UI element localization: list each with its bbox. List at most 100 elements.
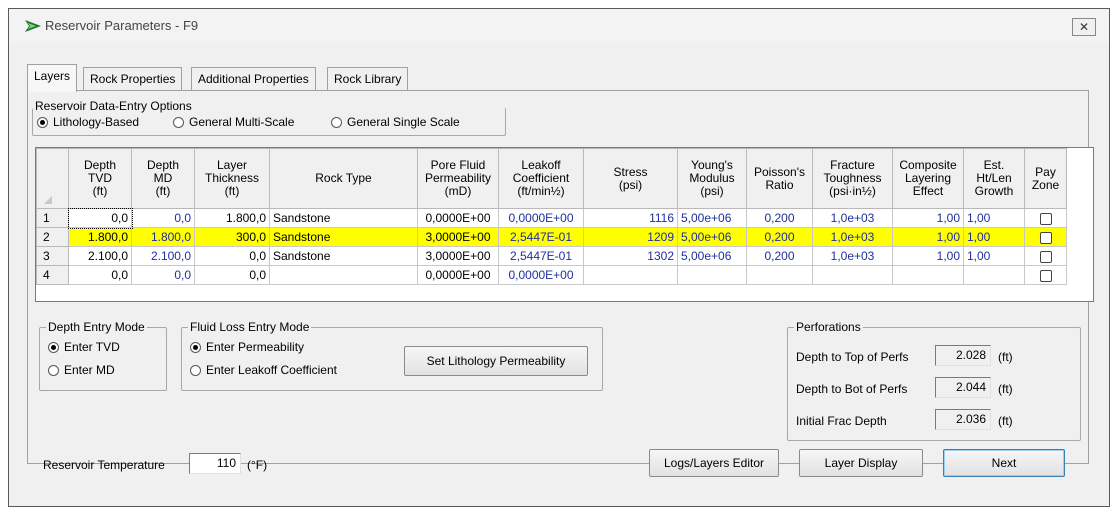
- cell-layer-thickness[interactable]: 0,0: [194, 246, 270, 266]
- button-label: Next: [991, 456, 1017, 470]
- cell-composite-layering[interactable]: 1,00: [892, 227, 964, 247]
- pay-zone-checkbox[interactable]: [1039, 212, 1052, 225]
- cell-depth-md[interactable]: 0,0: [131, 265, 195, 285]
- perf-bot-value: 2.044: [955, 380, 986, 394]
- radio-enter-md[interactable]: Enter MD: [48, 363, 115, 377]
- tab-additional-properties[interactable]: Additional Properties: [191, 67, 316, 91]
- radio-enter-tvd[interactable]: Enter TVD: [48, 340, 120, 354]
- cell-depth-md[interactable]: 1.800,0: [131, 227, 195, 247]
- col-header-composite-layering[interactable]: Composite Layering Effect: [892, 148, 964, 209]
- cell-youngs-modulus[interactable]: 5,00e+06: [677, 227, 747, 247]
- row-header[interactable]: 1: [36, 208, 69, 228]
- radio-lithology-based[interactable]: Lithology-Based: [37, 115, 139, 129]
- cell-layer-thickness[interactable]: 0,0: [194, 265, 270, 285]
- cell-composite-layering[interactable]: 1,00: [892, 246, 964, 266]
- cell-composite-layering[interactable]: [892, 265, 964, 285]
- col-header-stress[interactable]: Stress (psi): [583, 148, 678, 209]
- tab-layers[interactable]: Layers: [27, 64, 78, 92]
- cell-depth-tvd[interactable]: 0,0: [68, 265, 132, 285]
- cell-permeability[interactable]: 3,0000E+00: [417, 227, 499, 247]
- cell-poissons-ratio[interactable]: [746, 265, 813, 285]
- radio-general-multi-scale[interactable]: General Multi-Scale: [173, 115, 294, 129]
- table-row[interactable]: 2 1.800,0 1.800,0 300,0 Sandstone 3,0000E+00 2…: [36, 227, 1067, 247]
- cell-leakoff[interactable]: 0,0000E+00: [498, 208, 584, 228]
- cell-layer-thickness[interactable]: 300,0: [194, 227, 270, 247]
- col-header-fracture-toughness[interactable]: Fracture Toughness (psi·in½): [812, 148, 893, 209]
- set-lithology-permeability-button[interactable]: Set Lithology Permeability: [404, 346, 588, 376]
- cell-poissons-ratio[interactable]: 0,200: [746, 227, 813, 247]
- cell-rock-type[interactable]: Sandstone: [269, 227, 418, 247]
- cell-poissons-ratio[interactable]: 0,200: [746, 208, 813, 228]
- table-row[interactable]: 4 0,0 0,0 0,0 0,0000E+00 0,0000E+00: [36, 265, 1067, 285]
- cell-stress[interactable]: 1209: [583, 227, 678, 247]
- cell-youngs-modulus[interactable]: 5,00e+06: [677, 246, 747, 266]
- radio-label: General Single Scale: [347, 115, 460, 129]
- cell-permeability[interactable]: 0,0000E+00: [417, 265, 499, 285]
- layers-table: Depth TVD (ft) Depth MD (ft) Layer Thick…: [36, 148, 1067, 285]
- cell-stress[interactable]: 1302: [583, 246, 678, 266]
- cell-stress[interactable]: [583, 265, 678, 285]
- cell-fracture-toughness[interactable]: 1,0e+03: [812, 227, 893, 247]
- perf-bot-field: 2.044: [935, 377, 991, 398]
- cell-layer-thickness[interactable]: 1.800,0: [194, 208, 270, 228]
- pay-zone-checkbox[interactable]: [1039, 231, 1052, 244]
- row-header[interactable]: 2: [36, 227, 69, 247]
- cell-pay-zone: [1024, 227, 1067, 247]
- col-header-permeability[interactable]: Pore Fluid Permeability (mD): [417, 148, 499, 209]
- cell-ht-len-growth[interactable]: 1,00: [963, 227, 1025, 247]
- cell-youngs-modulus[interactable]: [677, 265, 747, 285]
- pay-zone-checkbox[interactable]: [1039, 269, 1052, 282]
- cell-composite-layering[interactable]: 1,00: [892, 208, 964, 228]
- cell-rock-type[interactable]: Sandstone: [269, 208, 418, 228]
- row-header[interactable]: 3: [36, 246, 69, 266]
- pay-zone-checkbox[interactable]: [1039, 250, 1052, 263]
- col-header-pay-zone[interactable]: Pay Zone: [1024, 148, 1067, 209]
- cell-ht-len-growth[interactable]: 1,00: [963, 208, 1025, 228]
- cell-rock-type[interactable]: [269, 265, 418, 285]
- col-header-depth-md[interactable]: Depth MD (ft): [131, 148, 195, 209]
- cell-pay-zone: [1024, 208, 1067, 228]
- grid-header-row: Depth TVD (ft) Depth MD (ft) Layer Thick…: [36, 148, 1067, 209]
- col-header-layer-thickness[interactable]: Layer Thickness (ft): [194, 148, 270, 209]
- layer-display-button[interactable]: Layer Display: [799, 449, 923, 477]
- col-header-leakoff[interactable]: Leakoff Coefficient (ft/min½): [498, 148, 584, 209]
- reservoir-temperature-input[interactable]: 110: [189, 453, 241, 474]
- cell-permeability[interactable]: 3,0000E+00: [417, 246, 499, 266]
- tab-rock-library[interactable]: Rock Library: [327, 67, 409, 91]
- cell-youngs-modulus[interactable]: 5,00e+06: [677, 208, 747, 228]
- cell-rock-type[interactable]: Sandstone: [269, 246, 418, 266]
- radio-enter-permeability[interactable]: Enter Permeability: [190, 340, 304, 354]
- cell-depth-md[interactable]: 2.100,0: [131, 246, 195, 266]
- cell-stress[interactable]: 1116: [583, 208, 678, 228]
- cell-leakoff[interactable]: 0,0000E+00: [498, 265, 584, 285]
- col-header-depth-tvd[interactable]: Depth TVD (ft): [68, 148, 132, 209]
- cell-leakoff[interactable]: 2,5447E-01: [498, 227, 584, 247]
- cell-fracture-toughness[interactable]: [812, 265, 893, 285]
- close-button[interactable]: ✕: [1072, 18, 1096, 36]
- cell-fracture-toughness[interactable]: 1,0e+03: [812, 246, 893, 266]
- table-row[interactable]: 1 0,0 0,0 1.800,0 Sandstone 0,0000E+00 0,0000E…: [36, 207, 1067, 229]
- cell-poissons-ratio[interactable]: 0,200: [746, 246, 813, 266]
- cell-depth-md[interactable]: 0,0: [131, 208, 195, 228]
- button-label: Set Lithology Permeability: [426, 354, 566, 368]
- col-header-youngs-modulus[interactable]: Young's Modulus (psi): [677, 148, 747, 209]
- cell-leakoff[interactable]: 2,5447E-01: [498, 246, 584, 266]
- col-header-poissons-ratio[interactable]: Poisson's Ratio: [746, 148, 813, 209]
- table-row[interactable]: 3 2.100,0 2.100,0 0,0 Sandstone 3,0000E+00 2,5…: [36, 246, 1067, 266]
- next-button[interactable]: Next: [943, 449, 1065, 477]
- perf-top-field: 2.028: [935, 345, 991, 366]
- cell-ht-len-growth[interactable]: 1,00: [963, 246, 1025, 266]
- logs-layers-editor-button[interactable]: Logs/Layers Editor: [649, 449, 779, 477]
- cell-fracture-toughness[interactable]: 1,0e+03: [812, 208, 893, 228]
- radio-general-single-scale[interactable]: General Single Scale: [331, 115, 460, 129]
- cell-permeability[interactable]: 0,0000E+00: [417, 208, 499, 228]
- cell-depth-tvd[interactable]: 0,0: [67, 207, 133, 229]
- row-header[interactable]: 4: [36, 265, 69, 285]
- cell-ht-len-growth[interactable]: [963, 265, 1025, 285]
- cell-depth-tvd[interactable]: 2.100,0: [68, 246, 132, 266]
- cell-depth-tvd[interactable]: 1.800,0: [68, 227, 132, 247]
- col-header-ht-len-growth[interactable]: Est. Ht/Len Growth: [963, 148, 1025, 209]
- tab-rock-properties[interactable]: Rock Properties: [83, 67, 183, 91]
- col-header-rock-type[interactable]: Rock Type: [269, 148, 418, 209]
- radio-enter-leakoff[interactable]: Enter Leakoff Coefficient: [190, 363, 337, 377]
